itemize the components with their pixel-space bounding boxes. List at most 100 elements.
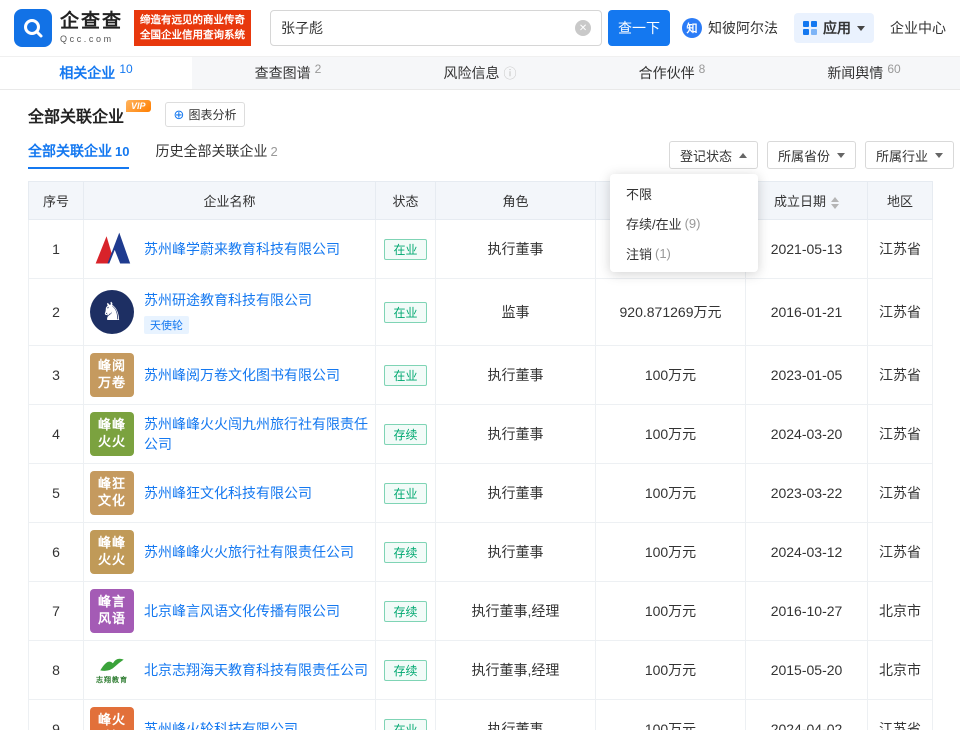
company-name-link[interactable]: 苏州峰狂文化科技有限公司 [144,483,312,503]
chart-icon: ⊕ [173,107,185,122]
table-row: 3 峰阅 万卷 苏州峰阅万卷文化图书有限公司 在业 执行董事 100万元 202… [28,345,933,405]
company-logo[interactable]: 峰火 轮 [90,707,134,730]
company-name-link[interactable]: 苏州峰峰火火闯九州旅行社有限责任公司 [144,414,369,455]
company-logo[interactable]: 志翔教育 [90,648,134,692]
qcc-logo[interactable]: 企查查 Qcc.com [14,9,123,47]
logo-text-line: 峰峰 [97,535,126,551]
region-cell: 江苏省 [867,699,933,730]
main-tabbar: 相关企业 10 查查图谱 2 风险信息 ⓘ 合作伙伴 8 新闻舆情 60 [0,56,960,90]
role-cell: 执行董事 [435,699,596,730]
search-button[interactable]: 查一下 [608,10,671,46]
mark-a-glyph [95,232,131,264]
row-index: 2 [28,278,84,346]
role-cell: 执行董事,经理 [435,640,596,700]
tab-label: 风险信息 [443,65,500,81]
company-name-link[interactable]: 北京峰言风语文化传播有限公司 [144,601,340,621]
subtab-filter-row: 全部关联企业 10 历史全部关联企业 2 登记状态 不限 存续/在业 (9) 注… [28,141,954,272]
filter-province-label: 所属省份 [777,148,830,164]
caret-up-icon [738,152,747,158]
header-region: 地区 [867,181,933,220]
filter-status-button[interactable]: 登记状态 [668,141,758,169]
company-name-link[interactable]: 苏州研途教育科技有限公司 [144,292,312,308]
company-name-link[interactable]: 苏州峰火轮科技有限公司 [144,719,298,730]
option-label: 存续/在业 [625,216,682,232]
zhibi-alpha-link[interactable]: 知 知彼阿尔法 [682,18,778,38]
company-logo[interactable]: 峰狂 文化 [90,471,134,515]
tab-risk-info[interactable]: 风险信息 ⓘ [384,57,576,89]
tab-news[interactable]: 新闻舆情 60 [768,57,960,89]
status-badge: 在业 [384,238,427,260]
zhibi-alpha-label: 知彼阿尔法 [708,20,778,36]
filter-industry-button[interactable]: 所属行业 [864,141,954,169]
enterprise-center-link[interactable]: 企业中心 [890,18,946,38]
subtab-label: 历史全部关联企业 [155,143,268,159]
company-logo[interactable]: 峰峰 火火 [90,412,134,456]
subtabs: 全部关联企业 10 历史全部关联企业 2 [28,141,278,169]
qcc-logo-icon [14,9,52,47]
date-cell: 2024-03-20 [745,404,868,464]
region-cell: 北京市 [867,581,933,641]
date-cell: 2015-05-20 [745,640,868,700]
subtab-all-related[interactable]: 全部关联企业 10 [28,141,130,169]
company-name-link[interactable]: 北京志翔海天教育科技有限责任公司 [144,660,368,680]
content: 全部关联企业 VIP ⊕ 图表分析 全部关联企业 10 历史全部关联企业 2 登记状… [0,99,960,730]
logo-caption: 志翔教育 [96,676,128,684]
region-cell: 江苏省 [867,463,933,523]
company-name-link[interactable]: 苏州峰阅万卷文化图书有限公司 [144,365,340,385]
status-badge: 在业 [384,482,427,504]
role-cell: 执行董事 [435,404,596,464]
region-cell: 江苏省 [867,278,933,346]
dropdown-option-active[interactable]: 存续/在业 (9) [610,208,758,238]
industry-filter-wrap: 所属行业 [864,141,954,169]
search-box: ✕ [270,10,603,46]
tab-count: 10 [119,62,133,76]
filter-industry-label: 所属行业 [875,148,928,164]
chevron-down-icon [857,25,865,31]
status-badge: 在业 [384,364,427,386]
apps-menu-button[interactable]: 应用 [794,13,874,43]
header-status: 状态 [375,181,436,220]
company-logo[interactable]: 峰阅 万卷 [90,353,134,397]
tab-partners[interactable]: 合作伙伴 8 [576,57,768,89]
header: 企查查 Qcc.com 缔造有远见的商业传奇 全国企业信用查询系统 ✕ 查一下 … [0,0,960,56]
dropdown-option-cancelled[interactable]: 注销 (1) [610,238,758,268]
info-icon: ⓘ [503,65,517,81]
sort-icon[interactable] [831,196,839,209]
date-cell: 2023-01-05 [745,345,868,405]
apps-grid-icon [803,21,817,35]
capital-cell: 100万元 [595,640,746,700]
subtab-history-related[interactable]: 历史全部关联企业 2 [155,141,277,169]
page-title: 全部关联企业 [28,108,125,126]
date-cell: 2016-10-27 [745,581,868,641]
role-cell: 执行董事 [435,463,596,523]
tab-count: 2 [314,62,322,76]
logo-text-line: 火火 [97,552,126,567]
row-index: 1 [28,219,84,279]
filter-province-button[interactable]: 所属省份 [766,141,856,169]
table-row: 9 峰火 轮 苏州峰火轮科技有限公司 在业 执行董事 100万元 2024-04… [28,699,933,730]
company-logo[interactable] [90,227,134,271]
capital-cell: 100万元 [595,581,746,641]
role-cell: 执行董事 [435,219,596,279]
logo-text-line: 火火 [97,434,126,449]
company-name-link[interactable]: 苏州峰峰火火旅行社有限责任公司 [144,542,354,562]
chart-analysis-button[interactable]: ⊕ 图表分析 [164,102,246,127]
subtab-count: 2 [270,144,278,159]
tab-label: 合作伙伴 [638,65,695,81]
region-cell: 江苏省 [867,404,933,464]
clear-search-icon[interactable]: ✕ [575,20,592,36]
caret-down-icon [836,152,845,158]
logo-text-line: 峰峰 [97,417,126,433]
tab-graph[interactable]: 查查图谱 2 [192,57,384,89]
tab-related-companies[interactable]: 相关企业 10 [0,57,192,89]
company-logo[interactable]: 峰言 风语 [90,589,134,633]
logo-text-line: 万卷 [97,375,126,390]
search-input[interactable] [281,20,576,36]
row-index: 9 [28,699,84,730]
company-name-link[interactable]: 苏州峰学蔚来教育科技有限公司 [144,239,340,259]
dropdown-option-unlimited[interactable]: 不限 [610,178,758,208]
company-logo[interactable]: 峰峰 火火 [90,530,134,574]
filterbar: 登记状态 不限 存续/在业 (9) 注销 (1) 所属省份 所属行业 [609,141,954,272]
company-logo[interactable]: ♞ [90,290,134,334]
date-cell: 2024-03-12 [745,522,868,582]
